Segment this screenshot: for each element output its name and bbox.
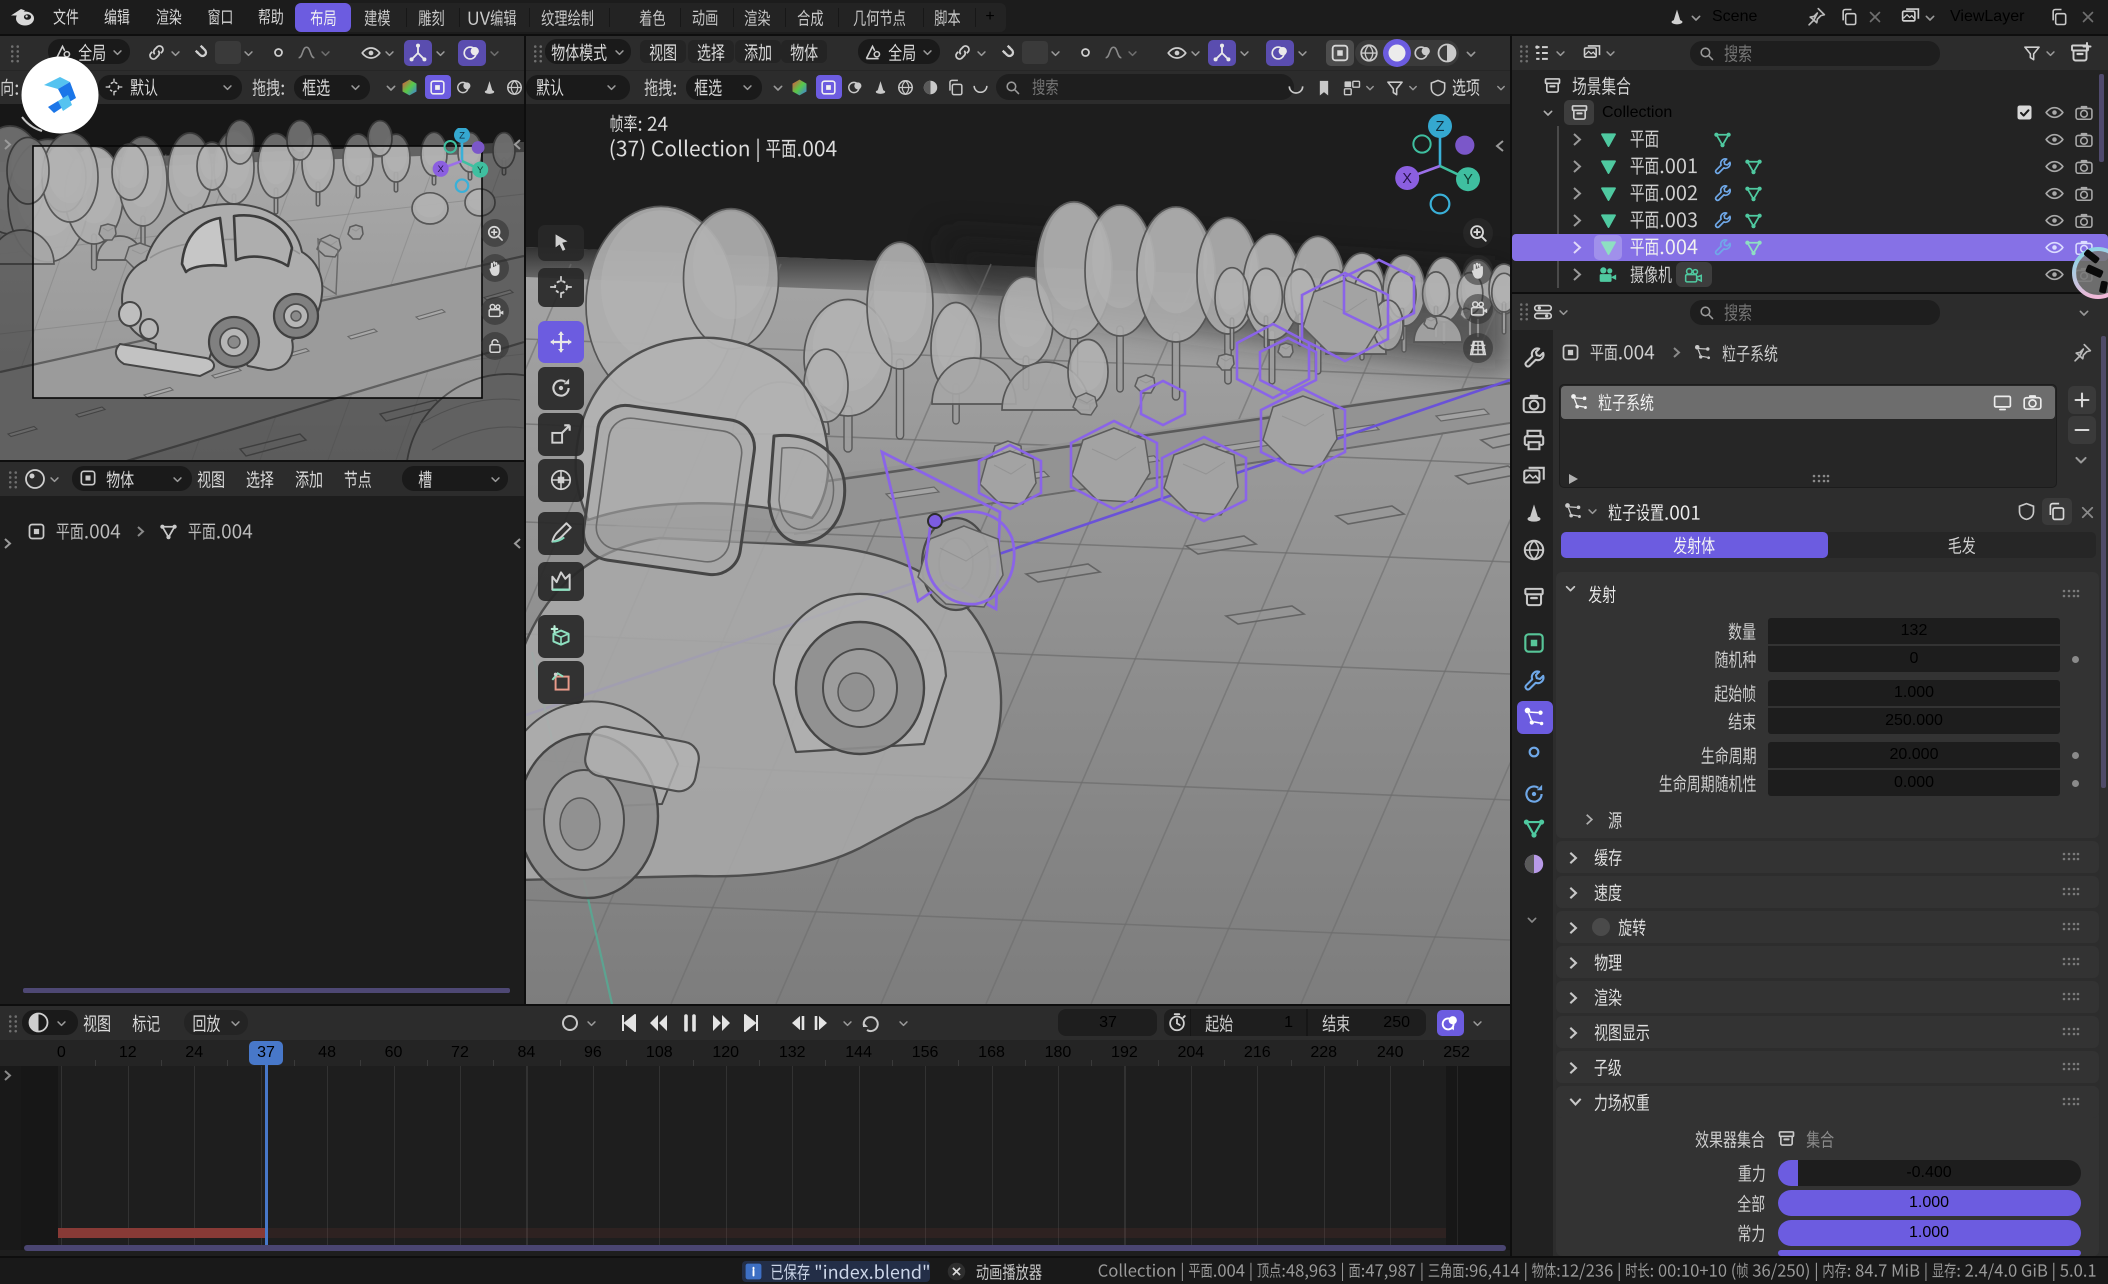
svg-text:Z: Z xyxy=(1436,119,1445,135)
svg-text:Y: Y xyxy=(477,165,484,176)
svg-text:Y: Y xyxy=(1463,172,1473,188)
svg-text:X: X xyxy=(1402,171,1412,187)
svg-text:Z: Z xyxy=(459,130,465,141)
svg-text:X: X xyxy=(437,164,444,175)
